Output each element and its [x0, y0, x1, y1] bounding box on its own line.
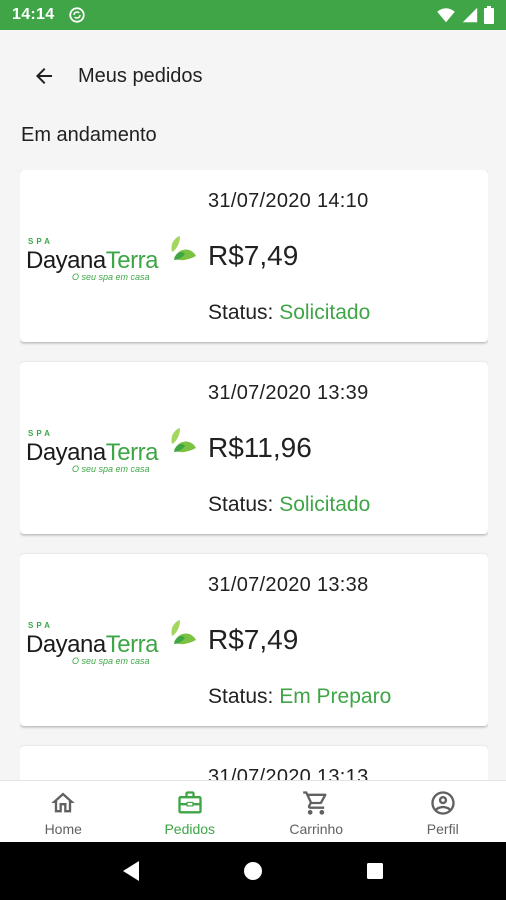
- system-back-button[interactable]: [111, 851, 151, 891]
- status-label: Status:: [208, 493, 280, 516]
- status-value: Solicitado: [279, 493, 371, 516]
- nav-item-pedidos[interactable]: Pedidos: [127, 781, 254, 842]
- dayana-terra-logo: SPA DayanaTerra O seu spa em casa: [26, 236, 196, 282]
- triangle-back-icon: [123, 861, 139, 881]
- orders-icon: [178, 791, 202, 814]
- nav-item-perfil[interactable]: Perfil: [380, 781, 506, 842]
- arrow-left-icon: [36, 68, 52, 84]
- nav-item-carrinho[interactable]: Carrinho: [253, 781, 380, 842]
- orders-list[interactable]: SPA DayanaTerra O seu spa em casa 31/07/…: [20, 170, 488, 780]
- order-card[interactable]: 31/07/2020 13:13: [20, 746, 488, 780]
- profile-icon: [431, 791, 455, 815]
- wifi-icon: [437, 8, 455, 23]
- order-card[interactable]: SPA DayanaTerra O seu spa em casa 31/07/…: [20, 362, 488, 534]
- svg-text:O seu spa em casa: O seu spa em casa: [72, 464, 150, 474]
- square-recents-icon: [367, 863, 383, 879]
- nav-label-perfil: Perfil: [426, 821, 459, 837]
- nav-label-pedidos: Pedidos: [164, 821, 216, 837]
- status-bar: 14:14: [0, 0, 506, 30]
- sync-icon: [69, 7, 86, 23]
- circle-home-icon: [244, 862, 262, 880]
- order-date: 31/07/2020 14:10: [208, 190, 369, 212]
- nav-label-home: Home: [44, 821, 82, 837]
- system-recents-button[interactable]: [355, 851, 395, 891]
- cart-icon: [303, 791, 327, 815]
- home-icon: [51, 792, 75, 813]
- system-home-button[interactable]: [233, 851, 273, 891]
- order-price: R$7,49: [208, 240, 299, 271]
- svg-text:O seu spa em casa: O seu spa em casa: [72, 656, 150, 666]
- nav-item-home[interactable]: Home: [0, 781, 127, 842]
- battery-icon: [484, 6, 494, 24]
- order-date: 31/07/2020 13:13: [208, 766, 369, 780]
- bottom-navigation: Home Pedidos Carrinho Perfil: [0, 780, 506, 842]
- page-title: Meus pedidos: [78, 64, 203, 87]
- order-status: Status: Solicitado: [208, 301, 370, 325]
- system-navigation-bar: [0, 842, 506, 900]
- dayana-terra-logo: SPA DayanaTerra O seu spa em casa: [26, 620, 196, 666]
- status-label: Status:: [208, 685, 280, 708]
- svg-text:O seu spa em casa: O seu spa em casa: [72, 272, 150, 282]
- status-value: Solicitado: [279, 301, 371, 324]
- order-price: R$11,96: [208, 432, 312, 463]
- order-card[interactable]: SPA DayanaTerra O seu spa em casa 31/07/…: [20, 554, 488, 726]
- svg-text:SPA: SPA: [28, 621, 53, 630]
- nav-label-carrinho: Carrinho: [289, 821, 344, 837]
- svg-text:DayanaTerra: DayanaTerra: [26, 631, 159, 658]
- order-status: Status: Solicitado: [208, 493, 370, 517]
- order-card[interactable]: SPA DayanaTerra O seu spa em casa 31/07/…: [20, 170, 488, 342]
- back-button[interactable]: [24, 56, 64, 96]
- status-value: Em Preparo: [279, 685, 392, 708]
- svg-text:SPA: SPA: [28, 237, 53, 246]
- order-status: Status: Em Preparo: [208, 685, 391, 709]
- svg-text:DayanaTerra: DayanaTerra: [26, 439, 159, 466]
- section-title: Em andamento: [21, 124, 157, 146]
- order-date: 31/07/2020 13:38: [208, 574, 369, 596]
- signal-icon: [462, 7, 478, 23]
- app-bar: Meus pedidos: [0, 30, 506, 122]
- dayana-terra-logo: SPA DayanaTerra O seu spa em casa: [26, 428, 196, 474]
- svg-text:SPA: SPA: [28, 429, 53, 438]
- order-price: R$7,49: [208, 624, 299, 655]
- order-date: 31/07/2020 13:39: [208, 382, 369, 404]
- status-label: Status:: [208, 301, 280, 324]
- status-time: 14:14: [12, 6, 55, 23]
- svg-text:DayanaTerra: DayanaTerra: [26, 247, 159, 274]
